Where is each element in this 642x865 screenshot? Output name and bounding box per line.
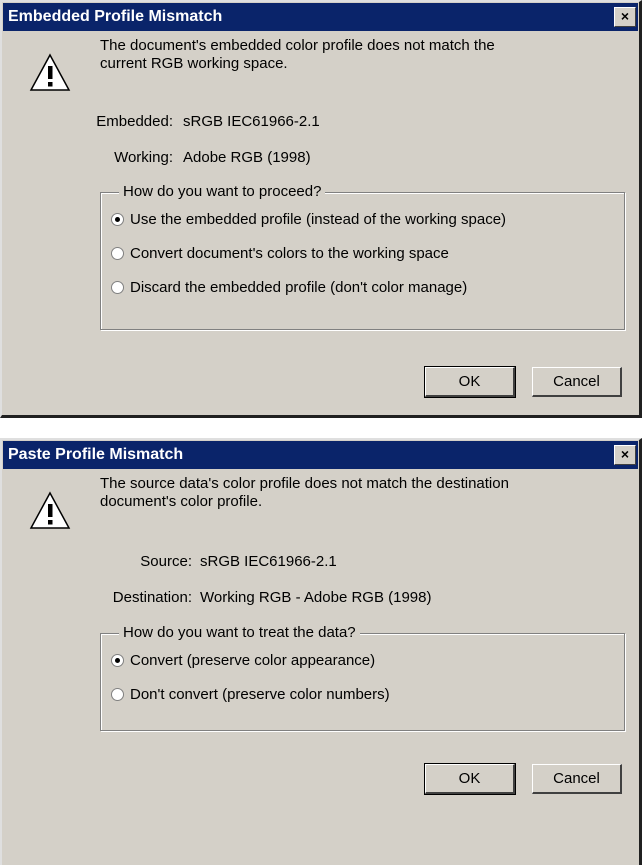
embedded-value: sRGB IEC61966-2.1 xyxy=(183,113,320,130)
working-value: Adobe RGB (1998) xyxy=(183,149,311,166)
title-bar[interactable]: Paste Profile Mismatch × xyxy=(3,441,638,469)
message-line: The document's embedded color profile do… xyxy=(100,37,495,54)
proceed-groupbox: How do you want to proceed? Use the embe… xyxy=(100,183,625,330)
radio-button[interactable] xyxy=(111,213,124,226)
message-text: The source data's color profile does not… xyxy=(100,475,620,511)
message-line: The source data's color profile does not… xyxy=(100,475,509,492)
embedded-profile-mismatch-dialog: Embedded Profile Mismatch × The document… xyxy=(0,0,642,418)
group-title: How do you want to proceed? xyxy=(119,183,326,200)
radio-label: Use the embedded profile (instead of the… xyxy=(130,211,507,228)
dialog-title: Embedded Profile Mismatch xyxy=(8,8,223,25)
radio-button[interactable] xyxy=(111,688,124,701)
ok-button[interactable]: OK xyxy=(424,366,516,398)
warning-icon xyxy=(29,53,71,91)
group-title: How do you want to treat the data? xyxy=(119,624,360,641)
working-label: Working: xyxy=(114,149,173,166)
dialog-title: Paste Profile Mismatch xyxy=(8,446,184,463)
message-line: document's color profile. xyxy=(100,493,263,510)
embedded-label: Embedded: xyxy=(96,113,173,130)
cancel-button[interactable]: Cancel xyxy=(532,367,622,397)
warning-icon xyxy=(29,491,71,529)
close-icon: × xyxy=(620,8,630,24)
close-button[interactable]: × xyxy=(614,445,636,465)
close-icon: × xyxy=(620,446,630,462)
radio-label: Convert (preserve color appearance) xyxy=(130,652,376,669)
radio-button[interactable] xyxy=(111,281,124,294)
source-value: sRGB IEC61966-2.1 xyxy=(200,553,337,570)
message-text: The document's embedded color profile do… xyxy=(100,37,620,73)
ok-button[interactable]: OK xyxy=(424,763,516,795)
radio-button[interactable] xyxy=(111,247,124,260)
destination-label: Destination: xyxy=(112,589,192,606)
close-button[interactable]: × xyxy=(614,7,636,27)
message-line: current RGB working space. xyxy=(100,55,288,72)
radio-label: Convert document's colors to the working… xyxy=(130,245,449,262)
treat-data-groupbox: How do you want to treat the data? Conve… xyxy=(100,624,625,731)
title-bar[interactable]: Embedded Profile Mismatch × xyxy=(3,3,638,31)
radio-button[interactable] xyxy=(111,654,124,667)
cancel-button[interactable]: Cancel xyxy=(532,764,622,794)
radio-label: Don't convert (preserve color numbers) xyxy=(130,686,390,703)
radio-label: Discard the embedded profile (don't colo… xyxy=(130,279,468,296)
source-label: Source: xyxy=(140,553,192,570)
paste-profile-mismatch-dialog: Paste Profile Mismatch × The source data… xyxy=(0,438,642,865)
destination-value: Working RGB - Adobe RGB (1998) xyxy=(200,589,432,606)
